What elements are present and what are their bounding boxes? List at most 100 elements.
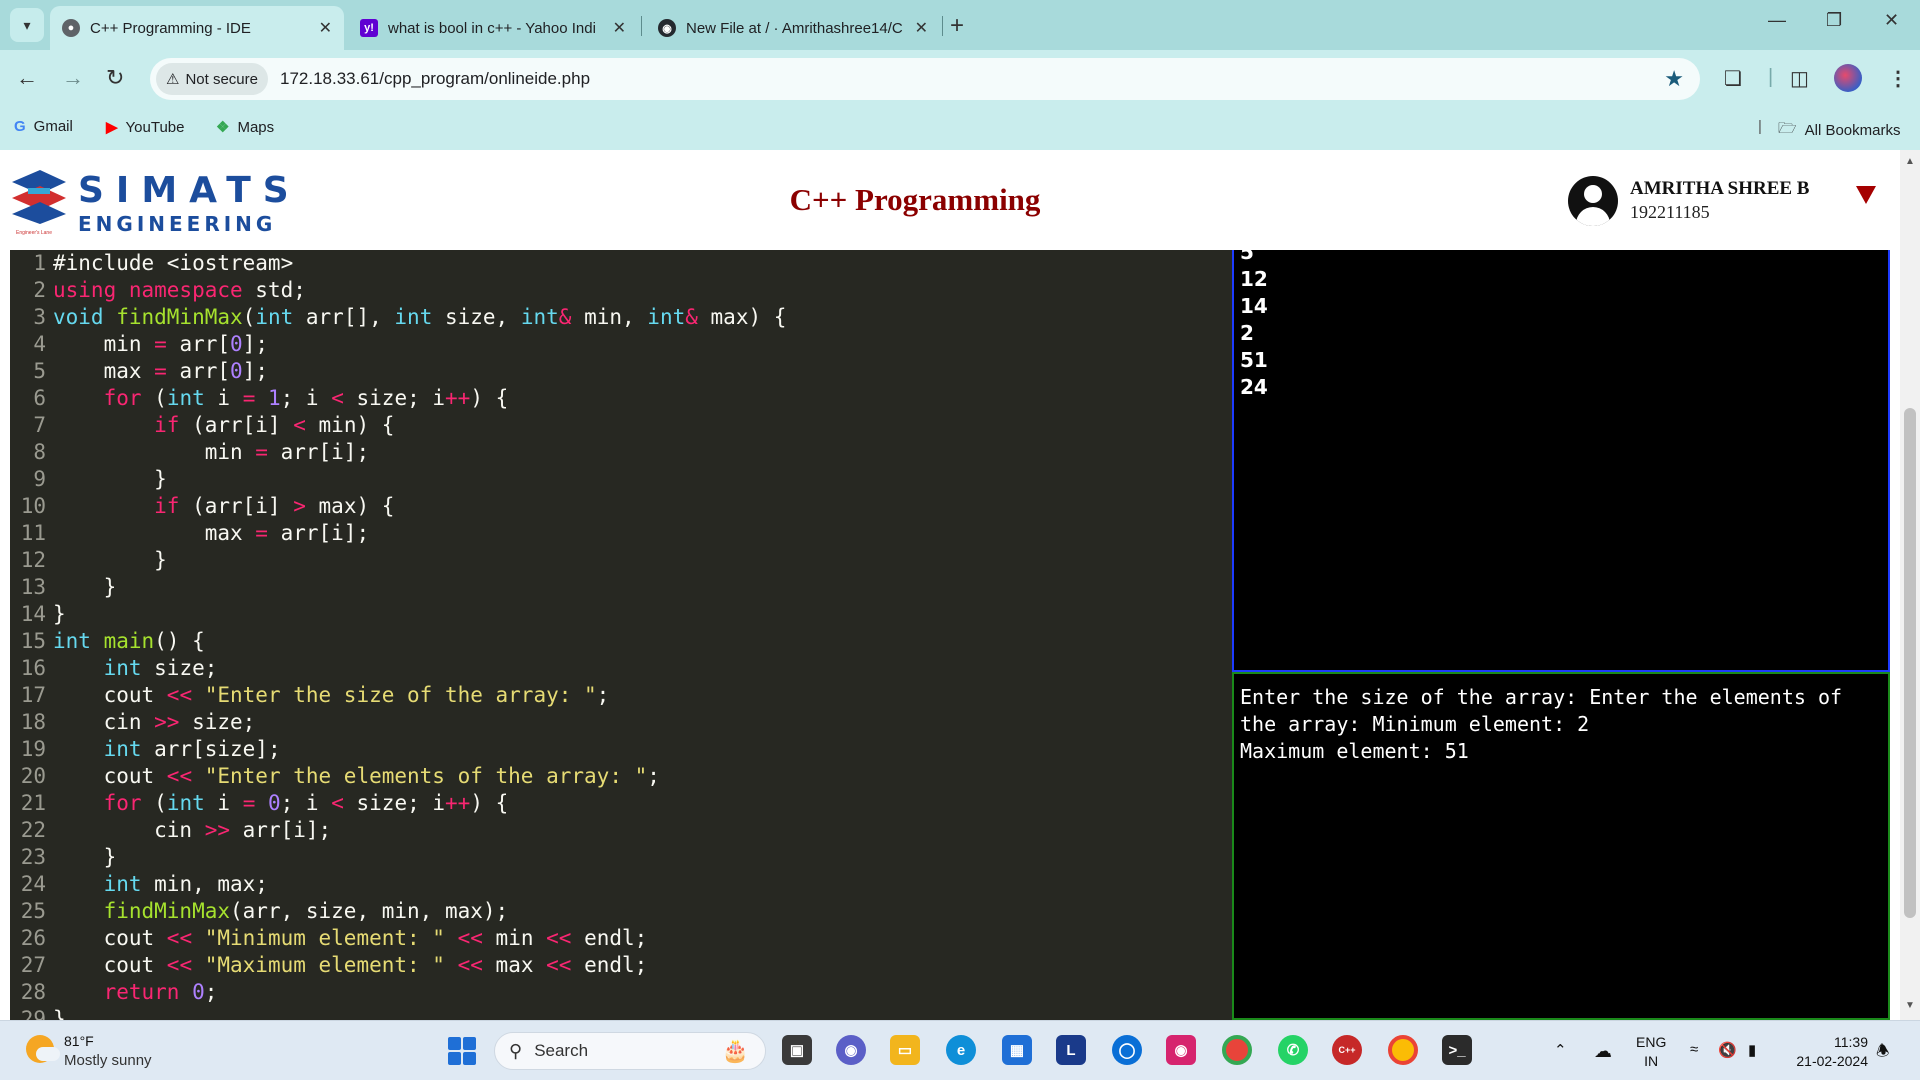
code-line[interactable]: 21 for (int i = 0; i < size; i++) { bbox=[10, 790, 509, 817]
cortana-icon[interactable]: ◯ bbox=[1112, 1035, 1142, 1065]
code-line[interactable]: 6 for (int i = 1; i < size; i++) { bbox=[10, 385, 508, 412]
taskbar-search[interactable]: ⚲ Search 🎂 bbox=[494, 1032, 766, 1070]
devcpp-icon[interactable]: C++ bbox=[1332, 1035, 1362, 1065]
tab-github[interactable]: ◉ New File at / · Amrithashree14/C ✕ bbox=[646, 6, 940, 50]
code-line[interactable]: 19 int arr[size]; bbox=[10, 736, 281, 763]
code-line[interactable]: 26 cout << "Minimum element: " << min <<… bbox=[10, 925, 648, 952]
minimize-icon[interactable]: — bbox=[1768, 10, 1786, 31]
chrome-icon[interactable] bbox=[1222, 1035, 1252, 1065]
code-editor[interactable]: 1 #include <iostream> 2 using namespace std… bbox=[10, 250, 1232, 1020]
code-line[interactable]: 15 int main() { bbox=[10, 628, 205, 655]
side-panel-icon[interactable]: ◫ bbox=[1790, 66, 1809, 91]
all-bookmarks-button[interactable]: 🗁 All Bookmarks bbox=[1778, 118, 1900, 143]
code-line[interactable]: 1 #include <iostream> bbox=[10, 250, 293, 277]
code-text: cout << "Maximum element: " << max << en… bbox=[46, 952, 648, 979]
weather-temperature[interactable]: 81°F bbox=[64, 1033, 94, 1049]
tab-cpp-ide[interactable]: ● C++ Programming - IDE ✕ bbox=[50, 6, 344, 50]
new-tab-button[interactable]: + bbox=[950, 12, 964, 40]
code-line[interactable]: 28 return 0; bbox=[10, 979, 218, 1006]
windows-start-icon[interactable] bbox=[448, 1037, 476, 1065]
close-icon[interactable]: ✕ bbox=[915, 18, 928, 38]
extensions-icon[interactable]: ❏ bbox=[1724, 66, 1742, 91]
forward-arrow-icon[interactable]: → bbox=[62, 65, 84, 91]
code-line[interactable]: 27 cout << "Maximum element: " << max <<… bbox=[10, 952, 648, 979]
onedrive-icon[interactable]: ☁ bbox=[1594, 1041, 1612, 1062]
code-line[interactable]: 22 cin >> arr[i]; bbox=[10, 817, 331, 844]
code-line[interactable]: 4 min = arr[0]; bbox=[10, 331, 268, 358]
battery-icon[interactable]: ▮ bbox=[1748, 1041, 1756, 1059]
address-bar[interactable]: ⚠ Not secure 172.18.33.61/cpp_program/on… bbox=[150, 58, 1700, 100]
bookmark-maps[interactable]: ❖ Maps bbox=[216, 118, 274, 137]
code-line[interactable]: 10 if (arr[i] > max) { bbox=[10, 493, 395, 520]
code-line[interactable]: 7 if (arr[i] < min) { bbox=[10, 412, 394, 439]
code-line[interactable]: 29} bbox=[10, 1006, 66, 1020]
l-app-icon[interactable]: L bbox=[1056, 1035, 1086, 1065]
wifi-icon[interactable]: ≈ bbox=[1690, 1041, 1698, 1058]
close-icon[interactable]: ✕ bbox=[613, 18, 626, 38]
show-hidden-icons-icon[interactable]: ⌃ bbox=[1554, 1041, 1567, 1059]
page-scrollbar[interactable]: ▲ ▼ bbox=[1900, 150, 1920, 1020]
menu-kebab-icon[interactable]: ⋮ bbox=[1888, 66, 1908, 91]
bookmark-youtube[interactable]: ▶ YouTube bbox=[106, 118, 185, 137]
code-line[interactable]: 20 cout << "Enter the elements of the ar… bbox=[10, 763, 660, 790]
code-text: } bbox=[46, 601, 66, 628]
weather-description[interactable]: Mostly sunny bbox=[64, 1052, 152, 1069]
input-line: 14 bbox=[1240, 294, 1268, 318]
back-arrow-icon[interactable]: ← bbox=[16, 65, 38, 91]
restore-icon[interactable]: ❐ bbox=[1826, 10, 1842, 31]
code-line[interactable]: 13 } bbox=[10, 574, 117, 601]
scroll-down-arrow-icon[interactable]: ▼ bbox=[1905, 1000, 1915, 1011]
whatsapp-icon[interactable]: ✆ bbox=[1278, 1035, 1308, 1065]
instagram-icon[interactable]: ◉ bbox=[1166, 1035, 1196, 1065]
user-menu-dropdown-icon[interactable] bbox=[1856, 186, 1876, 204]
user-avatar-icon[interactable] bbox=[1568, 176, 1618, 226]
code-line[interactable]: 14} bbox=[10, 601, 66, 628]
volume-muted-icon[interactable]: 🔇 bbox=[1718, 1041, 1737, 1059]
system-clock[interactable]: 11:39 21-02-2024 bbox=[1780, 1033, 1868, 1071]
edge-icon[interactable]: e bbox=[946, 1035, 976, 1065]
toolbar-divider: | bbox=[1768, 66, 1774, 88]
language-indicator[interactable]: ENG IN bbox=[1636, 1033, 1666, 1071]
meet-icon[interactable]: ◉ bbox=[836, 1035, 866, 1065]
chrome-profile-icon[interactable] bbox=[1388, 1035, 1418, 1065]
code-line[interactable]: 3 void findMinMax(int arr[], int size, in… bbox=[10, 304, 786, 331]
code-line[interactable]: 25 findMinMax(arr, size, min, max); bbox=[10, 898, 508, 925]
code-token: int bbox=[647, 305, 686, 329]
security-chip[interactable]: ⚠ Not secure bbox=[156, 63, 268, 95]
scroll-up-arrow-icon[interactable]: ▲ bbox=[1905, 156, 1915, 167]
stdin-input-panel[interactable]: 5 12 14 2 51 24 bbox=[1232, 240, 1890, 672]
output-text: Enter the size of the array: Enter the e… bbox=[1240, 685, 1843, 763]
code-line[interactable]: 9 } bbox=[10, 466, 166, 493]
code-line[interactable]: 12 } bbox=[10, 547, 167, 574]
scrollbar-thumb[interactable] bbox=[1904, 408, 1916, 918]
code-line[interactable]: 16 int size; bbox=[10, 655, 218, 682]
tab-search-button[interactable]: ▾ bbox=[10, 8, 44, 42]
close-icon[interactable]: ✕ bbox=[319, 18, 332, 38]
profile-avatar[interactable] bbox=[1834, 64, 1862, 92]
code-line[interactable]: 5 max = arr[0]; bbox=[10, 358, 268, 385]
window-close-icon[interactable]: ✕ bbox=[1884, 10, 1899, 31]
code-line[interactable]: 8 min = arr[i]; bbox=[10, 439, 369, 466]
code-line[interactable]: 2 using namespace std; bbox=[10, 277, 306, 304]
task-view-icon[interactable]: ▣ bbox=[782, 1035, 812, 1065]
store-icon[interactable]: ▦ bbox=[1002, 1035, 1032, 1065]
code-token: cin bbox=[53, 818, 205, 842]
code-token: << bbox=[166, 764, 205, 788]
terminal-icon[interactable]: >_ bbox=[1442, 1035, 1472, 1065]
code-token: cout bbox=[53, 764, 167, 788]
code-line[interactable]: 18 cin >> size; bbox=[10, 709, 256, 736]
bookmark-gmail[interactable]: G Gmail bbox=[14, 118, 73, 135]
code-line[interactable]: 11 max = arr[i]; bbox=[10, 520, 369, 547]
code-line[interactable]: 24 int min, max; bbox=[10, 871, 268, 898]
code-line[interactable]: 17 cout << "Enter the size of the array:… bbox=[10, 682, 610, 709]
code-line[interactable]: 23 } bbox=[10, 844, 117, 871]
code-token: ; bbox=[647, 764, 660, 788]
code-token: ; i bbox=[280, 386, 332, 410]
file-explorer-icon[interactable]: ▭ bbox=[890, 1035, 920, 1065]
tab-yahoo[interactable]: y! what is bool in c++ - Yahoo Indi ✕ bbox=[348, 6, 638, 50]
url-text[interactable]: 172.18.33.61/cpp_program/onlineide.php bbox=[280, 69, 590, 89]
notification-bell-icon[interactable]: 🕭 bbox=[1876, 1041, 1889, 1066]
bookmark-star-icon[interactable]: ★ bbox=[1664, 66, 1684, 92]
reload-icon[interactable]: ↻ bbox=[106, 65, 124, 91]
github-icon: ◉ bbox=[658, 19, 676, 37]
